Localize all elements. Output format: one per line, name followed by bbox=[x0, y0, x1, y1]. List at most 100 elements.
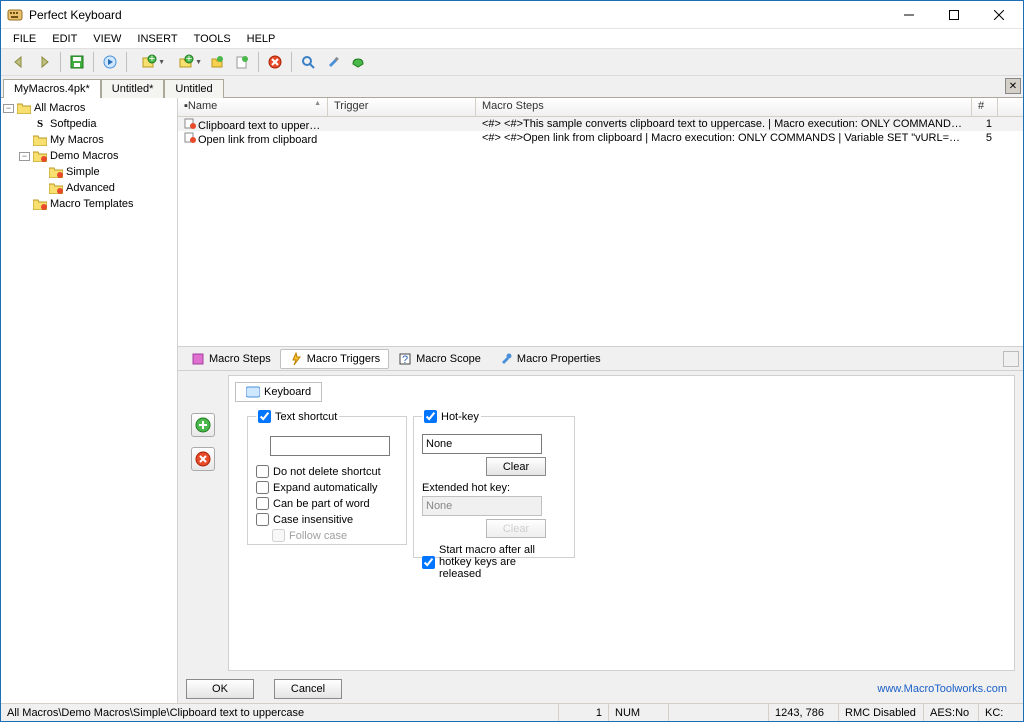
opt-label: Do not delete shortcut bbox=[273, 466, 381, 478]
tree-label: Softpedia bbox=[50, 118, 96, 130]
opt-no-delete[interactable] bbox=[256, 465, 269, 478]
col-steps[interactable]: Macro Steps bbox=[476, 98, 972, 116]
wrench-icon bbox=[499, 352, 513, 366]
folder-red-icon bbox=[48, 181, 64, 195]
save-button[interactable] bbox=[65, 50, 89, 74]
hotkey-input[interactable] bbox=[422, 434, 542, 454]
tree-label: Demo Macros bbox=[50, 150, 118, 162]
new-item-button[interactable] bbox=[205, 50, 229, 74]
macro-icon bbox=[184, 131, 196, 143]
status-path: All Macros\Demo Macros\Simple\Clipboard … bbox=[1, 704, 558, 721]
steps-icon bbox=[191, 352, 205, 366]
col-num[interactable]: # bbox=[972, 98, 998, 116]
menu-insert[interactable]: INSERT bbox=[129, 31, 185, 47]
back-button[interactable] bbox=[7, 50, 31, 74]
start-after-check[interactable] bbox=[422, 556, 435, 569]
hotkey-label: Hot-key bbox=[441, 411, 479, 423]
menu-tools[interactable]: TOOLS bbox=[186, 31, 239, 47]
macro-tree[interactable]: − All Macros S Softpedia My Macros − Dem… bbox=[1, 98, 178, 703]
col-trigger[interactable]: Trigger bbox=[328, 98, 476, 116]
menu-file[interactable]: FILE bbox=[5, 31, 44, 47]
text-shortcut-label: Text shortcut bbox=[275, 411, 337, 423]
remove-trigger-button[interactable] bbox=[191, 447, 215, 471]
tree-label: My Macros bbox=[50, 134, 104, 146]
folder-red-icon bbox=[32, 149, 48, 163]
menu-view[interactable]: VIEW bbox=[85, 31, 129, 47]
document-tabs: MyMacros.4pk* Untitled* Untitled ✕ bbox=[1, 76, 1023, 97]
doc-tab-1[interactable]: Untitled* bbox=[101, 79, 165, 98]
tree-root[interactable]: − All Macros bbox=[3, 100, 175, 116]
dialog-buttons: OK Cancel www.MacroToolworks.com bbox=[178, 675, 1023, 703]
maximize-button[interactable] bbox=[931, 1, 976, 29]
svg-text:?: ? bbox=[402, 354, 408, 366]
tree-label: Simple bbox=[66, 166, 100, 178]
opt-partword[interactable] bbox=[256, 497, 269, 510]
tab-macro-properties[interactable]: Macro Properties bbox=[490, 349, 610, 369]
add-trigger-button[interactable] bbox=[191, 413, 215, 437]
menu-help[interactable]: HELP bbox=[239, 31, 284, 47]
opt-followcase bbox=[272, 529, 285, 542]
close-button[interactable] bbox=[976, 1, 1021, 29]
ok-button[interactable]: OK bbox=[186, 679, 254, 699]
settings-button[interactable] bbox=[321, 50, 345, 74]
macro-icon bbox=[184, 117, 196, 129]
svg-text:+: + bbox=[186, 54, 192, 65]
delete-button[interactable] bbox=[263, 50, 287, 74]
macro-list[interactable]: Clipboard text to uppercase <#> <#>This … bbox=[178, 117, 1023, 346]
tab-macro-steps[interactable]: Macro Steps bbox=[182, 349, 280, 369]
run-button[interactable] bbox=[98, 50, 122, 74]
find-button[interactable] bbox=[296, 50, 320, 74]
s-icon: S bbox=[32, 117, 48, 131]
folder-icon bbox=[16, 101, 32, 115]
doc-tab-2[interactable]: Untitled bbox=[164, 79, 223, 98]
tree-node-softpedia[interactable]: S Softpedia bbox=[3, 116, 175, 132]
help-button[interactable] bbox=[346, 50, 370, 74]
tree-node-demo[interactable]: − Demo Macros bbox=[3, 148, 175, 164]
opt-label: Expand automatically bbox=[273, 482, 378, 494]
hotkey-check[interactable] bbox=[424, 410, 437, 423]
row-steps: <#> <#>This sample converts clipboard te… bbox=[476, 118, 972, 130]
forward-button[interactable] bbox=[32, 50, 56, 74]
row-name: Open link from clipboard bbox=[198, 134, 317, 146]
tab-macro-scope[interactable]: ?Macro Scope bbox=[389, 349, 490, 369]
col-name[interactable]: ▪Name▲ bbox=[178, 98, 328, 116]
menu-edit[interactable]: EDIT bbox=[44, 31, 85, 47]
tab-macro-triggers[interactable]: Macro Triggers bbox=[280, 349, 389, 369]
new-template-button[interactable] bbox=[230, 50, 254, 74]
doc-tab-0[interactable]: MyMacros.4pk* bbox=[3, 79, 101, 98]
new-macro-button[interactable]: +▼ bbox=[131, 50, 167, 74]
new-folder-button[interactable]: +▼ bbox=[168, 50, 204, 74]
pane-options-icon[interactable] bbox=[1003, 351, 1019, 367]
toolbar: +▼ +▼ bbox=[1, 48, 1023, 76]
keyboard-tab[interactable]: Keyboard bbox=[235, 382, 322, 402]
folder-red-icon bbox=[48, 165, 64, 179]
clear-hotkey-button[interactable]: Clear bbox=[486, 457, 546, 476]
text-shortcut-input[interactable] bbox=[270, 436, 390, 456]
triggers-icon bbox=[289, 352, 303, 366]
opt-caseins[interactable] bbox=[256, 513, 269, 526]
tree-node-templates[interactable]: Macro Templates bbox=[3, 196, 175, 212]
tree-node-mymacros[interactable]: My Macros bbox=[3, 132, 175, 148]
footer-link[interactable]: www.MacroToolworks.com bbox=[877, 683, 1007, 695]
tree-label: Advanced bbox=[66, 182, 115, 194]
main-area: − All Macros S Softpedia My Macros − Dem… bbox=[1, 97, 1023, 703]
trigger-side-buttons bbox=[178, 371, 228, 675]
opt-expand[interactable] bbox=[256, 481, 269, 494]
cancel-button[interactable]: Cancel bbox=[274, 679, 342, 699]
opt-label: Can be part of word bbox=[273, 498, 370, 510]
text-shortcut-check[interactable] bbox=[258, 410, 271, 423]
opt-label: Case insensitive bbox=[273, 514, 353, 526]
menu-bar: FILE EDIT VIEW INSERT TOOLS HELP bbox=[1, 29, 1023, 48]
status-empty bbox=[668, 704, 768, 721]
bottom-pane: Macro Steps Macro Triggers ?Macro Scope … bbox=[178, 346, 1023, 703]
list-row[interactable]: Clipboard text to uppercase <#> <#>This … bbox=[178, 117, 1023, 131]
doc-tabs-close[interactable]: ✕ bbox=[1005, 78, 1021, 94]
list-row[interactable]: Open link from clipboard <#> <#>Open lin… bbox=[178, 131, 1023, 145]
status-num: NUM bbox=[608, 704, 668, 721]
minimize-button[interactable] bbox=[886, 1, 931, 29]
tree-node-simple[interactable]: Simple bbox=[3, 164, 175, 180]
folder-red-icon bbox=[32, 197, 48, 211]
status-rmc: RMC Disabled bbox=[838, 704, 923, 721]
row-num: 1 bbox=[972, 118, 998, 130]
tree-node-advanced[interactable]: Advanced bbox=[3, 180, 175, 196]
